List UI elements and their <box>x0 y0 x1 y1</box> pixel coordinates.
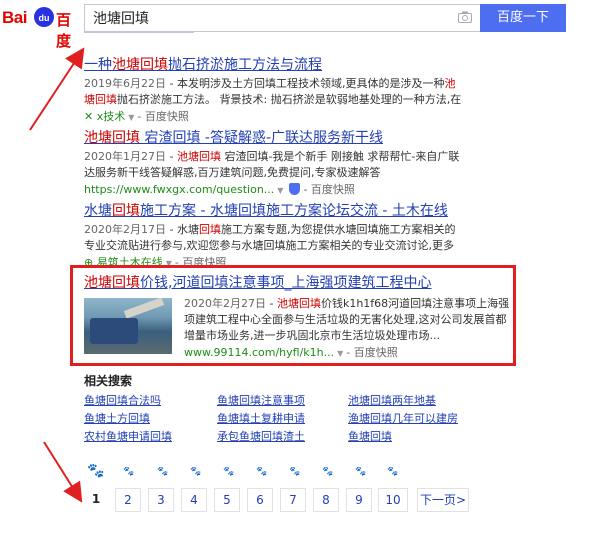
pager-paw-icon: 🐾 <box>190 467 202 477</box>
pager-page-link[interactable]: 3 <box>148 488 174 512</box>
dropdown-arrow-icon[interactable]: ▼ <box>337 349 343 358</box>
related-link[interactable]: 鱼塘填土复耕申请 <box>217 410 305 426</box>
result-source[interactable]: ✕ x技术 <box>84 110 125 123</box>
pager-page-link[interactable]: 7 <box>280 488 306 512</box>
result-4-body: 2020年2月27日 - 池塘回填价钱k1h1f68河道回填注意事项上海强项建筑… <box>184 294 510 362</box>
related-searches-title: 相关搜索 <box>84 374 133 388</box>
result-cache-link[interactable]: - 百度快照 <box>303 183 354 196</box>
result-cache-link[interactable]: - 百度快照 <box>137 110 188 123</box>
related-link[interactable]: 鱼塘回填 <box>348 428 392 444</box>
related-link[interactable]: 渔塘回填几年可以建房 <box>348 410 458 426</box>
related-link[interactable]: 鱼塘回填注意事项 <box>217 392 305 408</box>
pager-paw-icon: 🐾 <box>157 467 169 477</box>
result-meta: https://www.fwxgx.com/question... ▼ - 百度快照 <box>84 182 524 199</box>
related-link[interactable]: 农村鱼塘申请回填 <box>84 428 172 444</box>
pager-paw-icon: 🐾 <box>355 467 367 477</box>
related-link[interactable]: 鱼塘回填合法吗 <box>84 392 161 408</box>
pager-paw-icon-current: 🐾 <box>87 463 105 479</box>
baidu-logo[interactable]: Bai du 百度 <box>0 6 80 50</box>
dropdown-arrow-icon[interactable]: ▼ <box>128 113 134 122</box>
annotation-arrow-top <box>29 47 85 131</box>
pager-paw-icon: 🐾 <box>387 467 399 477</box>
x-tech-icon: ✕ <box>84 110 94 123</box>
search-box <box>84 4 480 32</box>
search-result-4: 池塘回填价钱,河道回填注意事项_上海强项建筑工程中心 <box>84 274 524 292</box>
pager-page-link[interactable]: 9 <box>346 488 372 512</box>
search-input[interactable] <box>85 5 445 31</box>
result-abstract: 2020年1月27日 - 池塘回填 宕渣回填-我是个新手 刚接触 求帮帮忙-来自… <box>84 150 460 179</box>
related-link[interactable]: 池塘回填两年地基 <box>348 392 436 408</box>
search-result-3: 水塘回填施工方案 - 水塘回填施工方案论坛交流 - 土木在线 2020年2月17… <box>84 202 524 272</box>
result-abstract: 2020年2月17日 - 水塘回填施工方案专题,为您提供水塘回填施工方案相关的专… <box>84 223 456 252</box>
pager-page-link[interactable]: 4 <box>181 488 207 512</box>
pager-next-button[interactable]: 下一页> <box>417 488 469 512</box>
related-link[interactable]: 鱼塘土方回填 <box>84 410 150 426</box>
result-meta: ✕ x技术 ▼ - 百度快照 <box>84 109 524 126</box>
search-result-1: 一种池塘回填抛石挤淤施工方法与流程 2019年6月22日 - 本发明涉及土方回填… <box>84 56 524 126</box>
shield-icon <box>289 183 301 195</box>
pager-paw-icon: 🐾 <box>256 467 268 477</box>
pager-page-link[interactable]: 6 <box>247 488 273 512</box>
logo-paw-icon: du <box>34 7 54 27</box>
pager-page-link[interactable]: 5 <box>214 488 240 512</box>
result-meta: www.99114.com/hyfl/k1h... ▼ - 百度快照 <box>184 345 510 362</box>
clipped-previous-result <box>84 31 204 37</box>
pager-page-link[interactable]: 10 <box>378 488 408 512</box>
result-url[interactable]: www.99114.com/hyfl/k1h... <box>184 346 334 359</box>
pager-paw-icon: 🐾 <box>289 467 301 477</box>
pager-paw-icon: 🐾 <box>123 467 135 477</box>
pager-paw-icon: 🐾 <box>322 467 334 477</box>
pager-page-link[interactable]: 8 <box>313 488 339 512</box>
result-url[interactable]: https://www.fwxgx.com/question... <box>84 183 274 196</box>
logo-cn-text: 百度 <box>56 11 72 50</box>
result-thumbnail[interactable] <box>84 298 172 354</box>
result-title[interactable]: 一种池塘回填抛石挤淤施工方法与流程 <box>84 56 524 74</box>
result-abstract: 2019年6月22日 - 本发明涉及土方回填工程技术领域,更具体的是涉及一种池塘… <box>84 77 462 106</box>
search-button[interactable]: 百度一下 <box>480 4 566 32</box>
excavator-arm-shape <box>123 298 165 319</box>
result-title[interactable]: 池塘回填 宕渣回填 -答疑解惑-广联达服务新干线 <box>84 129 524 147</box>
pager-current-page: 1 <box>83 488 109 512</box>
logo-bai-text: Bai <box>2 8 27 27</box>
related-link[interactable]: 承包鱼塘回填渣土 <box>217 428 305 444</box>
dropdown-arrow-icon[interactable]: ▼ <box>277 186 283 195</box>
pager-paw-icon: 🐾 <box>223 467 235 477</box>
pager-page-link[interactable]: 2 <box>115 488 141 512</box>
truck-shape <box>90 318 138 344</box>
annotation-arrow-bottom <box>43 441 83 503</box>
search-result-2: 池塘回填 宕渣回填 -答疑解惑-广联达服务新干线 2020年1月27日 - 池塘… <box>84 129 524 199</box>
result-cache-link[interactable]: - 百度快照 <box>346 346 397 359</box>
result-abstract: 2020年2月27日 - 池塘回填价钱k1h1f68河道回填注意事项上海强项建筑… <box>184 297 510 342</box>
camera-icon[interactable] <box>458 11 472 23</box>
result-title[interactable]: 池塘回填价钱,河道回填注意事项_上海强项建筑工程中心 <box>84 274 524 292</box>
result-title[interactable]: 水塘回填施工方案 - 水塘回填施工方案论坛交流 - 土木在线 <box>84 202 524 220</box>
